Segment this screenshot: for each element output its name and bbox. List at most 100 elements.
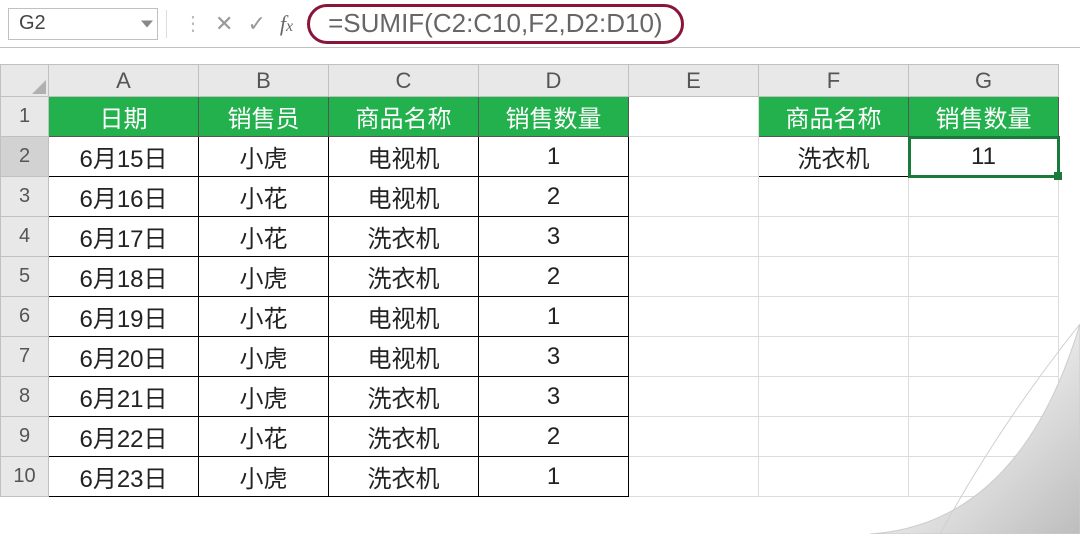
cell-F8[interactable] xyxy=(759,377,909,417)
cell-B10[interactable]: 小虎 xyxy=(199,457,329,497)
cell-G3[interactable] xyxy=(909,177,1059,217)
formula-bar: G2 ⋮ ✕ ✓ fx =SUMIF(C2:C10,F2,D2:D10) xyxy=(0,0,1080,48)
cell-reference: G2 xyxy=(19,12,46,35)
cell-E6[interactable] xyxy=(629,297,759,337)
chevron-down-icon[interactable] xyxy=(141,20,153,27)
row-header-7[interactable]: 7 xyxy=(1,337,49,377)
cell-A2[interactable]: 6月15日 xyxy=(49,137,199,177)
cell-F9[interactable] xyxy=(759,417,909,457)
cell-A6[interactable]: 6月19日 xyxy=(49,297,199,337)
row-header-1[interactable]: 1 xyxy=(1,97,49,137)
cell-C8[interactable]: 洗衣机 xyxy=(329,377,479,417)
cell-F10[interactable] xyxy=(759,457,909,497)
formula-input-highlighted[interactable]: =SUMIF(C2:C10,F2,D2:D10) xyxy=(307,4,683,44)
cell-A3[interactable]: 6月16日 xyxy=(49,177,199,217)
cell-E2[interactable] xyxy=(629,137,759,177)
cell-A8[interactable]: 6月21日 xyxy=(49,377,199,417)
cell-B9[interactable]: 小花 xyxy=(199,417,329,457)
formula-text: =SUMIF(C2:C10,F2,D2:D10) xyxy=(328,8,662,39)
cell-F5[interactable] xyxy=(759,257,909,297)
cell-G7[interactable] xyxy=(909,337,1059,377)
cell-C5[interactable]: 洗衣机 xyxy=(329,257,479,297)
cell-C6[interactable]: 电视机 xyxy=(329,297,479,337)
cell-E5[interactable] xyxy=(629,257,759,297)
col-header-E[interactable]: E xyxy=(629,65,759,97)
row-header-2[interactable]: 2 xyxy=(1,137,49,177)
cell-G1[interactable]: 销售数量 xyxy=(909,97,1059,137)
cell-E7[interactable] xyxy=(629,337,759,377)
row-header-10[interactable]: 10 xyxy=(1,457,49,497)
cancel-icon[interactable]: ✕ xyxy=(215,11,233,37)
cell-D6[interactable]: 1 xyxy=(479,297,629,337)
accept-icon[interactable]: ✓ xyxy=(247,11,265,37)
cell-D10[interactable]: 1 xyxy=(479,457,629,497)
more-icon[interactable]: ⋮ xyxy=(183,11,201,36)
cell-F3[interactable] xyxy=(759,177,909,217)
col-header-D[interactable]: D xyxy=(479,65,629,97)
cell-E3[interactable] xyxy=(629,177,759,217)
col-header-F[interactable]: F xyxy=(759,65,909,97)
row-header-3[interactable]: 3 xyxy=(1,177,49,217)
cell-D9[interactable]: 2 xyxy=(479,417,629,457)
cell-C2[interactable]: 电视机 xyxy=(329,137,479,177)
col-header-B[interactable]: B xyxy=(199,65,329,97)
cell-B3[interactable]: 小花 xyxy=(199,177,329,217)
row-header-4[interactable]: 4 xyxy=(1,217,49,257)
cell-G6[interactable] xyxy=(909,297,1059,337)
cell-G8[interactable] xyxy=(909,377,1059,417)
cell-C4[interactable]: 洗衣机 xyxy=(329,217,479,257)
cell-B5[interactable]: 小虎 xyxy=(199,257,329,297)
cell-B1[interactable]: 销售员 xyxy=(199,97,329,137)
cell-C9[interactable]: 洗衣机 xyxy=(329,417,479,457)
col-header-G[interactable]: G xyxy=(909,65,1059,97)
cell-F6[interactable] xyxy=(759,297,909,337)
cell-F4[interactable] xyxy=(759,217,909,257)
cell-B7[interactable]: 小虎 xyxy=(199,337,329,377)
spreadsheet-grid[interactable]: A B C D E F G 1 日期 销售员 商品名称 销售数量 商品名称 销售… xyxy=(0,64,1080,497)
cell-G2[interactable]: 11 xyxy=(909,137,1059,177)
cell-E10[interactable] xyxy=(629,457,759,497)
fx-icon[interactable]: fx xyxy=(280,11,293,37)
cell-F1[interactable]: 商品名称 xyxy=(759,97,909,137)
cell-E4[interactable] xyxy=(629,217,759,257)
cell-A4[interactable]: 6月17日 xyxy=(49,217,199,257)
cell-G5[interactable] xyxy=(909,257,1059,297)
cell-A7[interactable]: 6月20日 xyxy=(49,337,199,377)
cell-C3[interactable]: 电视机 xyxy=(329,177,479,217)
row-header-9[interactable]: 9 xyxy=(1,417,49,457)
cell-D3[interactable]: 2 xyxy=(479,177,629,217)
cell-C1[interactable]: 商品名称 xyxy=(329,97,479,137)
cell-A9[interactable]: 6月22日 xyxy=(49,417,199,457)
cell-A5[interactable]: 6月18日 xyxy=(49,257,199,297)
cell-D5[interactable]: 2 xyxy=(479,257,629,297)
cell-B4[interactable]: 小花 xyxy=(199,217,329,257)
cell-F2[interactable]: 洗衣机 xyxy=(759,137,909,177)
cell-E9[interactable] xyxy=(629,417,759,457)
cell-B6[interactable]: 小花 xyxy=(199,297,329,337)
cell-D2[interactable]: 1 xyxy=(479,137,629,177)
cell-C7[interactable]: 电视机 xyxy=(329,337,479,377)
cell-E8[interactable] xyxy=(629,377,759,417)
cell-D1[interactable]: 销售数量 xyxy=(479,97,629,137)
cell-D8[interactable]: 3 xyxy=(479,377,629,417)
cell-B2[interactable]: 小虎 xyxy=(199,137,329,177)
cell-A1[interactable]: 日期 xyxy=(49,97,199,137)
cell-B8[interactable]: 小虎 xyxy=(199,377,329,417)
cell-F7[interactable] xyxy=(759,337,909,377)
name-box[interactable]: G2 xyxy=(8,8,158,40)
row-header-5[interactable]: 5 xyxy=(1,257,49,297)
cell-G10[interactable] xyxy=(909,457,1059,497)
col-header-A[interactable]: A xyxy=(49,65,199,97)
cell-G4[interactable] xyxy=(909,217,1059,257)
cell-G9[interactable] xyxy=(909,417,1059,457)
formula-bar-icons: ⋮ ✕ ✓ fx xyxy=(183,11,293,37)
col-header-C[interactable]: C xyxy=(329,65,479,97)
cell-E1[interactable] xyxy=(629,97,759,137)
cell-A10[interactable]: 6月23日 xyxy=(49,457,199,497)
cell-D7[interactable]: 3 xyxy=(479,337,629,377)
cell-D4[interactable]: 3 xyxy=(479,217,629,257)
select-all-corner[interactable] xyxy=(1,65,49,97)
row-header-8[interactable]: 8 xyxy=(1,377,49,417)
row-header-6[interactable]: 6 xyxy=(1,297,49,337)
cell-C10[interactable]: 洗衣机 xyxy=(329,457,479,497)
